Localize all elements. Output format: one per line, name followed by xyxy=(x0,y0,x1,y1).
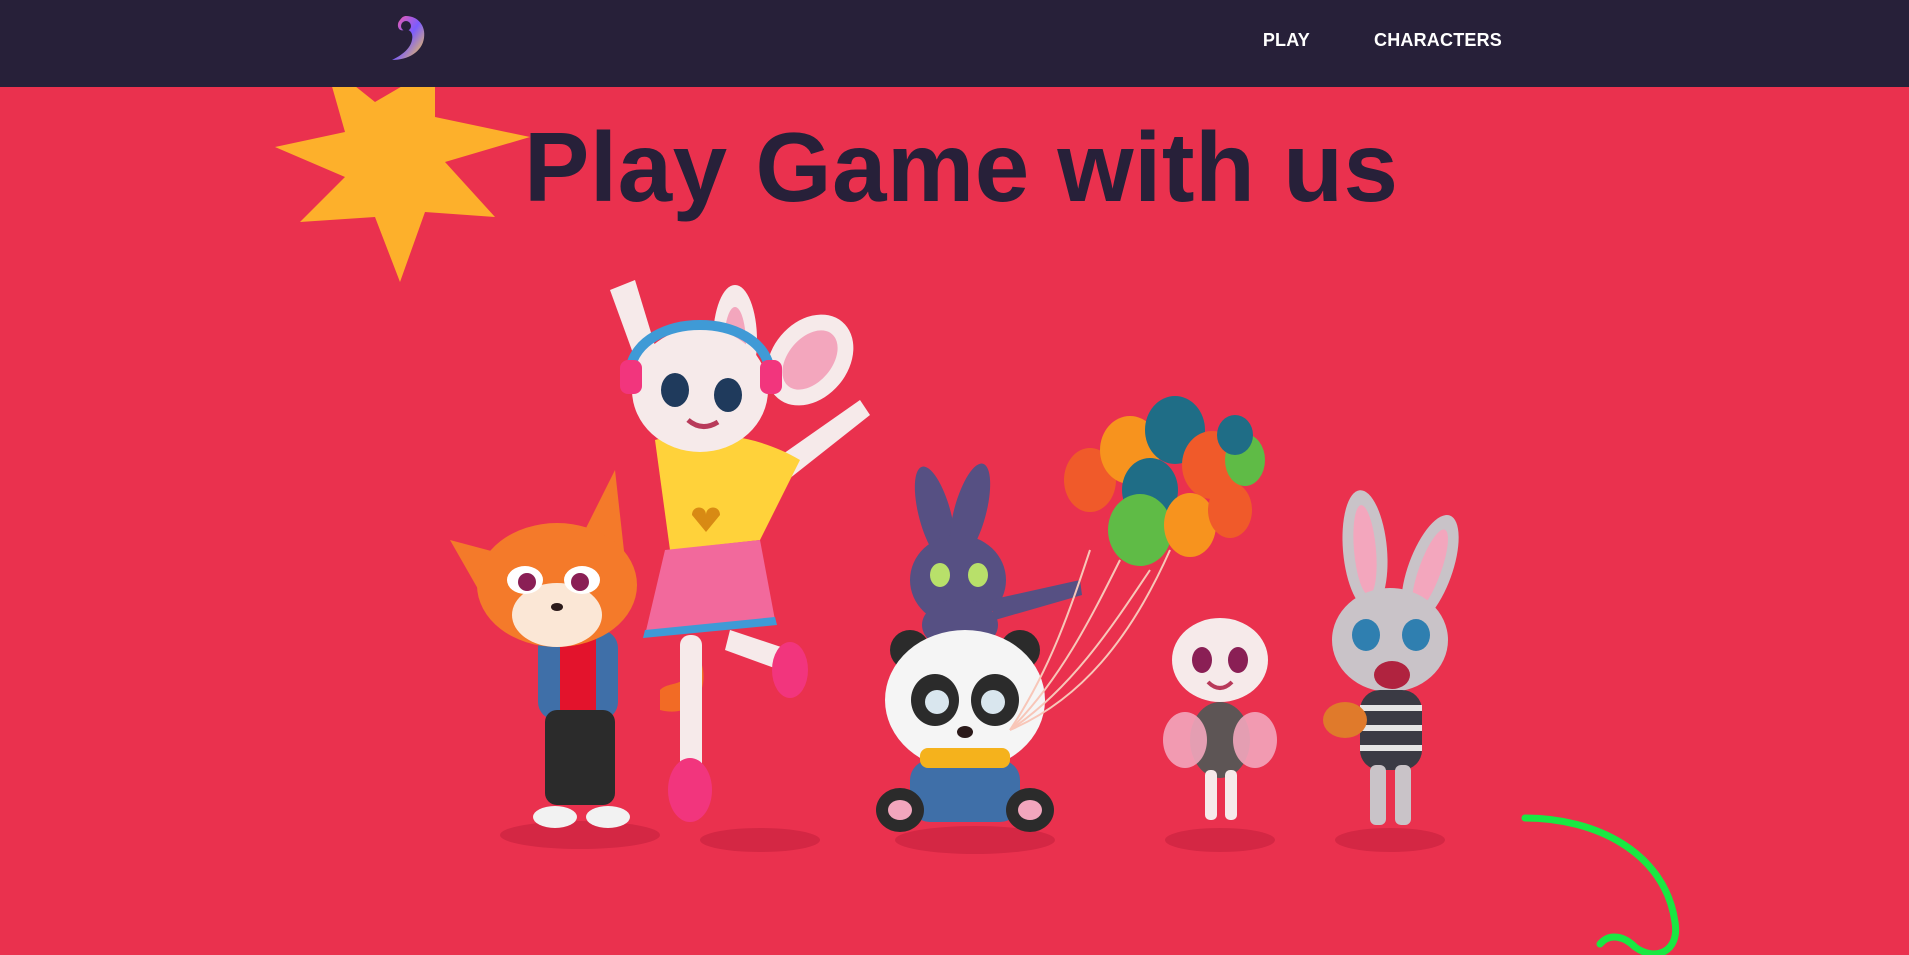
purple-bunny-character xyxy=(910,463,1082,651)
balloon-cluster xyxy=(1064,396,1265,566)
gray-bunny-character xyxy=(1323,490,1459,825)
nav-link-characters[interactable]: CHARACTERS xyxy=(1374,30,1502,51)
swirl-logo-icon[interactable] xyxy=(380,10,432,66)
nav-link-play[interactable]: PLAY xyxy=(1263,30,1310,51)
fox-character xyxy=(450,470,704,828)
characters-illustration xyxy=(450,280,1459,854)
top-navbar: PLAY CHARACTERS xyxy=(0,0,1909,87)
main-nav: PLAY CHARACTERS xyxy=(1263,30,1502,51)
bunny-girl-character xyxy=(610,280,870,822)
panda-character xyxy=(876,630,1054,832)
green-squiggle xyxy=(1521,814,1680,955)
small-white-bunny-character xyxy=(1163,618,1277,820)
hero-title: Play Game with us xyxy=(524,112,1399,222)
hero-section: Play Game with us xyxy=(0,87,1909,955)
